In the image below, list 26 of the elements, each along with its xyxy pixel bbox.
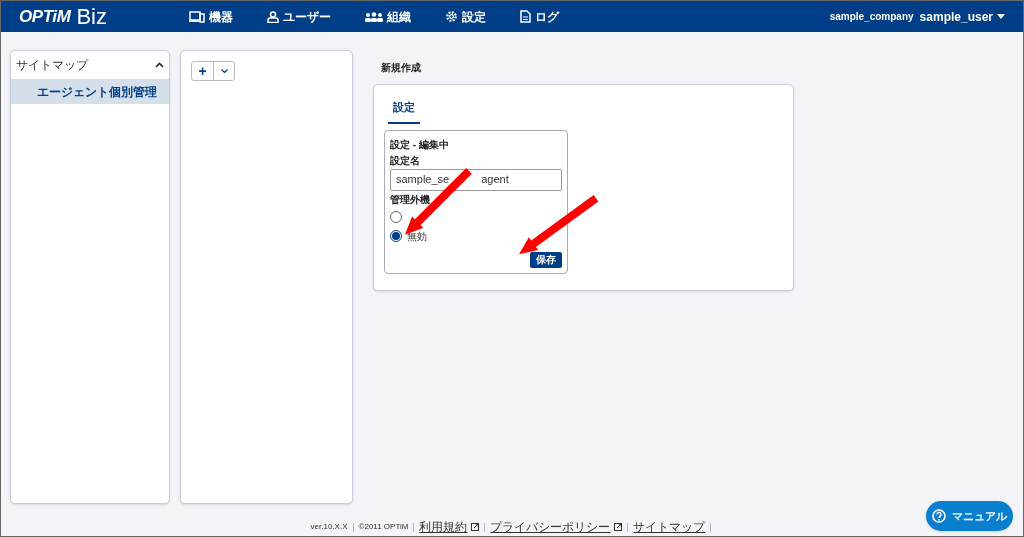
footer-link[interactable]: 利用規約 (419, 518, 468, 536)
manual-button[interactable]: マニュアル (926, 501, 1013, 531)
sidebar-item[interactable]: エージェント個別管理 (11, 79, 169, 104)
footer-text: ver.10.X.X (310, 521, 348, 533)
company-name: sample_company (829, 10, 914, 24)
name-field[interactable]: sample_se agent (390, 168, 562, 191)
field-label: 設定名 (390, 154, 421, 167)
save-button[interactable]: 保存 (530, 251, 562, 268)
nav-link[interactable]: 機器 (188, 7, 233, 26)
group-label: 管理外機 (390, 193, 430, 206)
user-menu[interactable]: sample_user (919, 7, 1005, 26)
footer-link[interactable]: プライバシーポリシー (490, 518, 611, 536)
nav-link[interactable]: ログ (519, 7, 559, 26)
radio-label: 無効 (407, 229, 427, 244)
nav-link[interactable]: ユーザー (266, 7, 331, 26)
nav-link[interactable]: 設定 (444, 7, 486, 26)
card-title: 設定 - 編集中 (390, 137, 450, 152)
page-title: 新規作成 (381, 61, 422, 75)
logo-suffix: Biz (76, 3, 107, 31)
tab[interactable]: 設定 (388, 99, 420, 124)
nav-link[interactable]: 組織 (364, 7, 411, 26)
footer-link[interactable]: サイトマップ (633, 518, 706, 536)
logo: OPTiM (19, 5, 71, 28)
footer-text: ©2011 OPTiM (358, 521, 409, 533)
add-button[interactable]: + (192, 62, 214, 80)
sidebar-title: サイトマップ (16, 57, 88, 74)
